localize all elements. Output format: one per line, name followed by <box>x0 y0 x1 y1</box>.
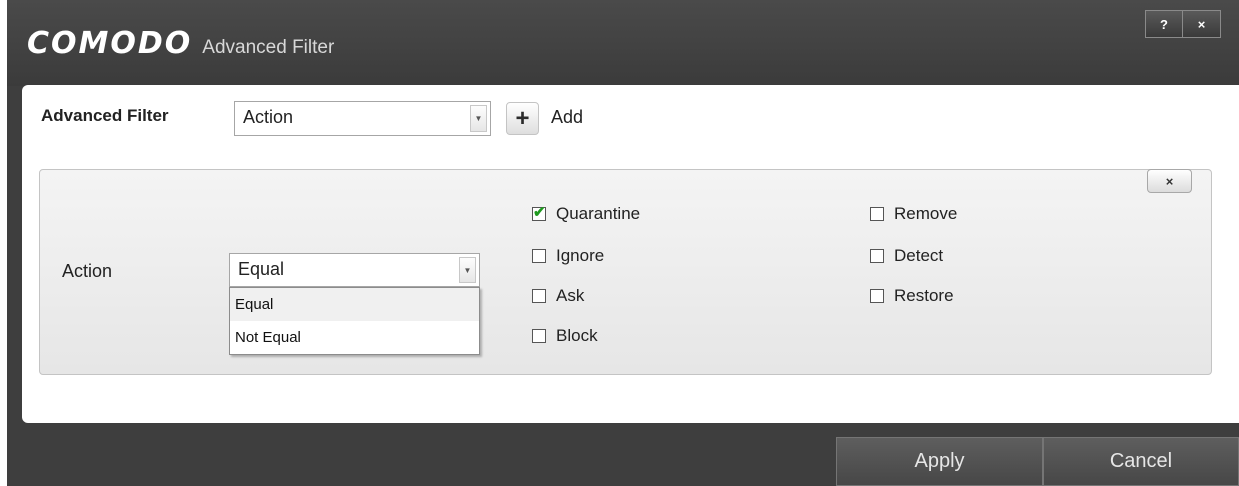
operator-value: Equal <box>238 259 285 279</box>
checkbox-quarantine[interactable]: ✔ Quarantine <box>532 204 640 224</box>
chevron-down-icon[interactable]: ▼ <box>459 257 476 283</box>
checkmark-icon: ✔ <box>533 204 546 221</box>
checkbox-box[interactable]: ✔ <box>532 204 546 221</box>
dropdown-option-not-equal[interactable]: Not Equal <box>230 321 479 354</box>
title-bar: COMODO Advanced Filter ? × <box>7 0 1239 86</box>
rule-field-label: Action <box>62 261 113 281</box>
comodo-logo: COMODO <box>27 26 193 61</box>
close-window-button[interactable]: × <box>1183 10 1221 38</box>
checkbox-block[interactable]: Block <box>532 326 598 346</box>
dropdown-option-equal[interactable]: Equal <box>230 288 479 321</box>
window-controls: ? × <box>1145 10 1221 38</box>
checkbox-box[interactable] <box>870 207 884 221</box>
checkbox-restore[interactable]: Restore <box>870 286 954 306</box>
checkbox-label[interactable]: Block <box>556 326 598 346</box>
checkbox-box[interactable] <box>532 289 546 303</box>
checkbox-ignore[interactable]: Ignore <box>532 246 604 266</box>
checkbox-label[interactable]: Remove <box>894 204 957 224</box>
add-button[interactable]: + <box>506 102 539 135</box>
remove-rule-button[interactable]: × <box>1147 169 1192 193</box>
add-label[interactable]: Add <box>551 107 583 128</box>
plus-icon: + <box>515 104 530 132</box>
checkbox-label[interactable]: Restore <box>894 286 954 306</box>
filter-rule-box <box>39 169 1212 375</box>
checkbox-remove[interactable]: Remove <box>870 204 957 224</box>
checkbox-ask[interactable]: Ask <box>532 286 584 306</box>
advanced-filter-label: Advanced Filter <box>41 106 169 125</box>
window-title: Advanced Filter <box>202 37 335 58</box>
checkbox-detect[interactable]: Detect <box>870 246 943 266</box>
operator-select[interactable]: Equal ▼ <box>229 253 480 287</box>
cancel-button[interactable]: Cancel <box>1043 437 1239 486</box>
checkbox-label[interactable]: Ask <box>556 286 584 306</box>
chevron-down-icon[interactable]: ▼ <box>470 105 487 132</box>
checkbox-box[interactable] <box>870 249 884 263</box>
brand: COMODO Advanced Filter <box>27 26 335 61</box>
filter-type-value: Action <box>243 107 294 127</box>
checkbox-box[interactable] <box>532 329 546 343</box>
help-button[interactable]: ? <box>1145 10 1183 38</box>
apply-button[interactable]: Apply <box>836 437 1043 486</box>
filter-type-select[interactable]: Action ▼ <box>234 101 491 136</box>
checkbox-box[interactable] <box>870 289 884 303</box>
checkbox-label[interactable]: Ignore <box>556 246 604 266</box>
checkbox-label[interactable]: Quarantine <box>556 204 640 224</box>
checkbox-label[interactable]: Detect <box>894 246 943 266</box>
checkbox-box[interactable] <box>532 249 546 263</box>
operator-dropdown-list: Equal Not Equal <box>229 287 480 355</box>
